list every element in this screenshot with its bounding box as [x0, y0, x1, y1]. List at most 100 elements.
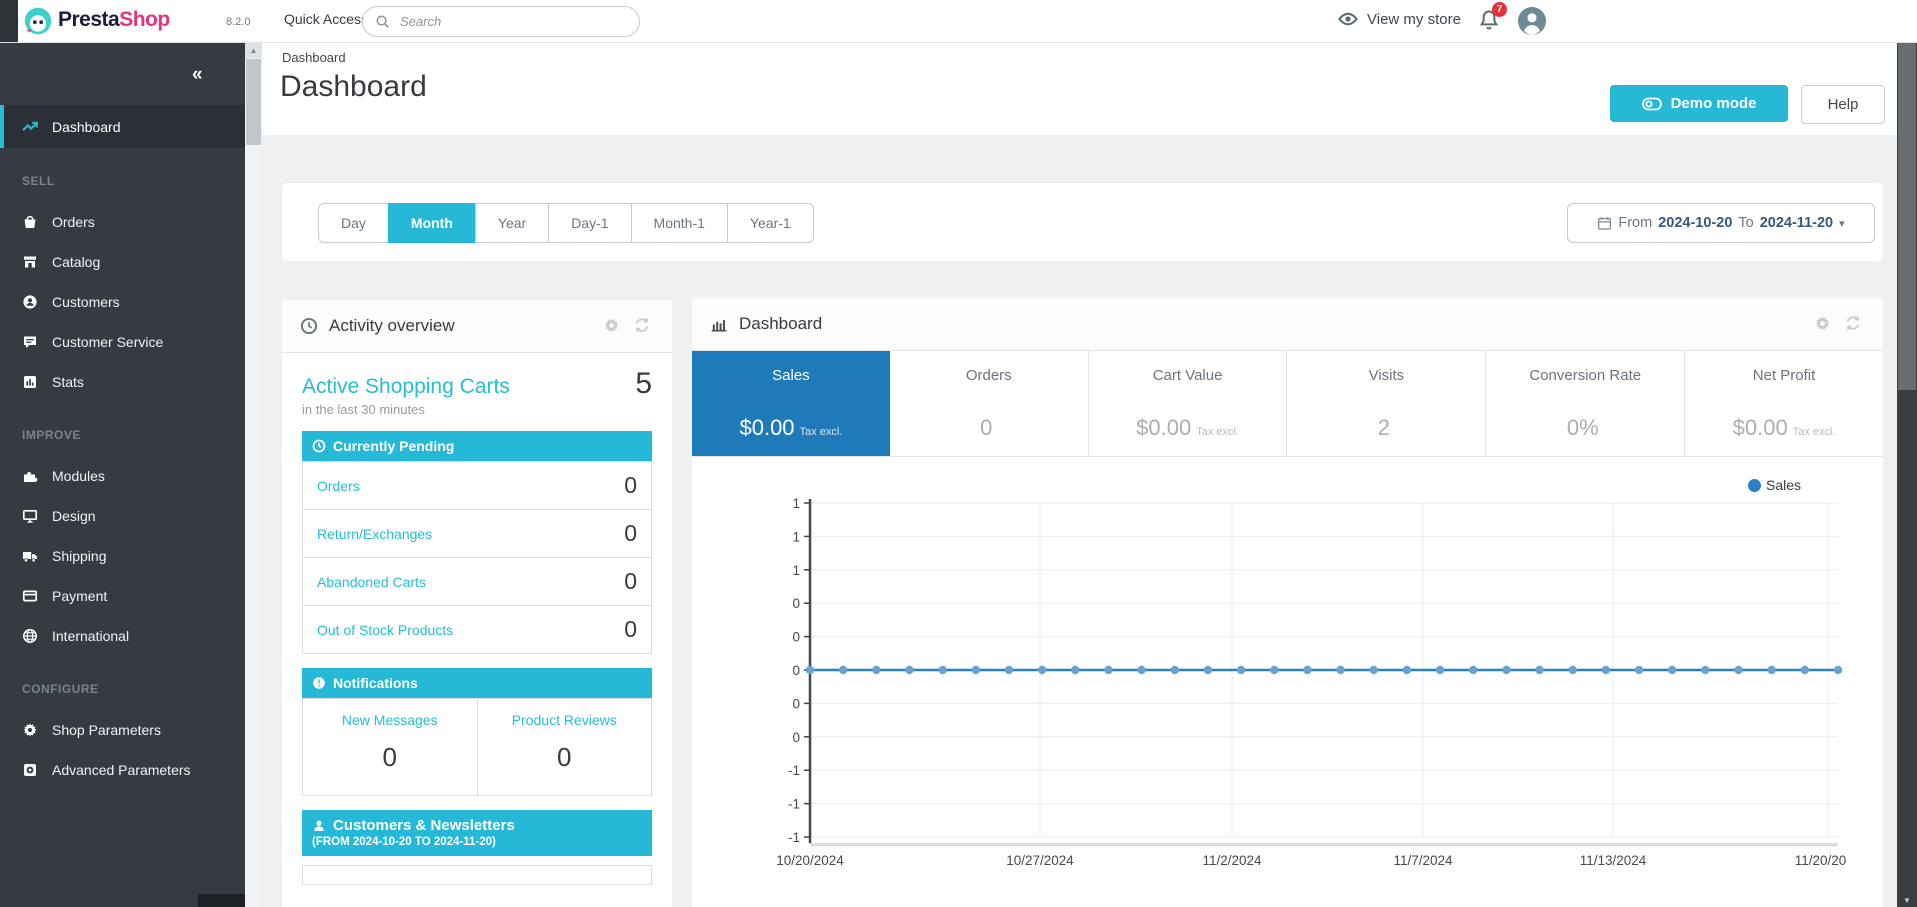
truck-icon — [22, 548, 39, 565]
sidebar-item-international[interactable]: International — [0, 616, 245, 656]
pending-row[interactable]: Out of Stock Products0 — [303, 605, 651, 653]
window-scrollbar-thumb[interactable] — [1898, 13, 1916, 390]
svg-text:11/20/2024: 11/20/2024 — [1795, 853, 1847, 868]
sidebar-item-shop-parameters[interactable]: Shop Parameters — [0, 710, 245, 750]
store-icon — [22, 254, 39, 271]
pending-label[interactable]: Return/Exchanges — [317, 526, 432, 542]
search-input[interactable] — [398, 13, 627, 30]
sidebar-item-customers[interactable]: Customers — [0, 282, 245, 322]
dashboard-panel: Dashboard Sales$0.00Tax excl.Orders0Cart… — [692, 298, 1883, 907]
pending-row[interactable]: Orders0 — [303, 462, 651, 509]
sidebar-item-orders[interactable]: Orders — [0, 202, 245, 242]
window-scrollbar[interactable]: ▲ ▼ — [1897, 0, 1917, 907]
notification-label[interactable]: New Messages — [303, 712, 477, 728]
range-button-month-1[interactable]: Month-1 — [631, 203, 728, 243]
chart-legend: Sales — [1748, 477, 1801, 493]
range-button-month[interactable]: Month — [388, 203, 476, 243]
metric-tab-conversion-rate[interactable]: Conversion Rate0% — [1486, 351, 1685, 456]
pending-label[interactable]: Orders — [317, 478, 360, 494]
date-range-button[interactable]: From 2024-10-20 To 2024-11-20 ▾ — [1567, 203, 1875, 243]
sidebar-item-shipping[interactable]: Shipping — [0, 536, 245, 576]
trend-icon — [22, 118, 39, 135]
time-range-toolbar: DayMonthYearDay-1Month-1Year-1 From 2024… — [282, 183, 1883, 261]
prestashop-logo[interactable]: PrestaShop — [58, 8, 170, 32]
metric-tabs: Sales$0.00Tax excl.Orders 0Cart Value$0.0… — [692, 351, 1883, 457]
sidebar-item-label: International — [52, 628, 129, 644]
scroll-up-icon[interactable]: ▲ — [245, 42, 262, 58]
basket-icon — [22, 214, 39, 231]
sidebar-section-improve: IMPROVE — [22, 428, 245, 442]
svg-text:11/7/2024: 11/7/2024 — [1393, 853, 1453, 868]
metric-tab-sales[interactable]: Sales$0.00Tax excl. — [692, 351, 890, 456]
sidebar-item-catalog[interactable]: Catalog — [0, 242, 245, 282]
metric-tab-visits[interactable]: Visits2 — [1287, 351, 1486, 456]
svg-text:11/2/2024: 11/2/2024 — [1202, 853, 1262, 868]
sidebar-item-dashboard[interactable]: Dashboard — [0, 105, 245, 148]
sidebar-item-advanced-parameters[interactable]: Advanced Parameters — [0, 750, 245, 790]
sidebar-item-modules[interactable]: Modules — [0, 456, 245, 496]
range-button-day[interactable]: Day — [318, 203, 389, 243]
svg-text:1: 1 — [792, 529, 800, 544]
help-button[interactable]: Help — [1801, 85, 1885, 124]
sidebar-collapse-button[interactable]: « — [192, 64, 203, 86]
sales-chart: Sales 11100000-1-1-110/20/202410/27/2024… — [692, 455, 1883, 907]
account-avatar[interactable] — [1518, 7, 1546, 35]
pending-label[interactable]: Abandoned Carts — [317, 574, 426, 590]
notification-label[interactable]: Product Reviews — [478, 712, 652, 728]
pending-row[interactable]: Abandoned Carts0 — [303, 557, 651, 605]
refresh-icon[interactable] — [1845, 315, 1861, 331]
metric-tab-cart-value[interactable]: Cart Value$0.00Tax excl. — [1089, 351, 1288, 456]
metric-tab-value: $0.00Tax excl. — [1685, 415, 1883, 441]
stats-icon — [22, 374, 39, 391]
clock-icon — [300, 317, 318, 335]
content-scrollbar-thumb[interactable] — [246, 59, 261, 145]
sidebar-nav: Dashboard SELL OrdersCatalogCustomers Custo… — [0, 105, 245, 790]
notification-col[interactable]: Product Reviews0 — [477, 699, 652, 795]
notifications-count-badge: 7 — [1492, 2, 1507, 17]
metric-tab-suffix: Tax excl. — [1793, 426, 1836, 438]
sidebar-item-payment[interactable]: Payment — [0, 576, 245, 616]
gear-icon[interactable] — [1814, 315, 1831, 332]
active-carts-label[interactable]: Active Shopping Carts — [302, 375, 510, 399]
pending-row[interactable]: Return/Exchanges0 — [303, 509, 651, 557]
svg-text:-1: -1 — [788, 830, 800, 845]
view-my-store-link[interactable]: View my store — [1338, 9, 1461, 29]
activity-overview-body: Active Shopping Carts 5 in the last 30 m… — [282, 353, 672, 885]
range-button-day-1[interactable]: Day-1 — [548, 203, 631, 243]
metric-tab-value: 0 — [890, 415, 1088, 441]
scroll-down-icon[interactable]: ▼ — [1897, 893, 1917, 907]
content-scrollbar[interactable]: ▲ — [245, 42, 262, 907]
active-carts-subtitle: in the last 30 minutes — [302, 402, 652, 417]
sidebar-item-design[interactable]: Design — [0, 496, 245, 536]
metric-tab-net-profit[interactable]: Net Profit$0.00Tax excl. — [1685, 351, 1883, 456]
notifications-box: New Messages0Product Reviews0 — [302, 698, 652, 796]
notification-col[interactable]: New Messages0 — [303, 699, 477, 795]
brand-strip — [0, 0, 18, 42]
advanced-icon — [22, 762, 39, 779]
svg-text:0: 0 — [792, 596, 800, 611]
demo-mode-button[interactable]: Demo mode — [1610, 85, 1788, 122]
gear-icon — [22, 722, 39, 739]
sidebar-item-label: Customer Service — [52, 334, 163, 350]
svg-text:11/13/2024: 11/13/2024 — [1580, 853, 1647, 868]
range-button-year-1[interactable]: Year-1 — [727, 203, 814, 243]
svg-text:-1: -1 — [788, 763, 800, 778]
eye-icon — [1338, 9, 1358, 29]
clock-icon — [312, 439, 326, 453]
metric-tab-orders[interactable]: Orders 0 — [890, 351, 1089, 456]
date-from: 2024-10-20 — [1658, 215, 1732, 231]
sidebar-item-customer-service[interactable]: Customer Service — [0, 322, 245, 362]
refresh-icon[interactable] — [634, 317, 650, 333]
pending-label[interactable]: Out of Stock Products — [317, 622, 453, 638]
metric-tab-suffix: Tax excl. — [1196, 426, 1239, 438]
svg-text:0: 0 — [792, 630, 800, 645]
gear-icon[interactable] — [603, 317, 620, 334]
sidebar-section-sell: SELL — [22, 174, 245, 188]
metric-tab-label: Conversion Rate — [1486, 367, 1684, 384]
metric-tab-value: $0.00Tax excl. — [1089, 415, 1287, 441]
metric-tab-label: Orders — [890, 367, 1088, 384]
currently-pending-header: Currently Pending — [302, 431, 652, 461]
svg-text:0: 0 — [792, 663, 800, 678]
range-button-year[interactable]: Year — [475, 203, 549, 243]
sidebar-item-stats[interactable]: Stats — [0, 362, 245, 402]
